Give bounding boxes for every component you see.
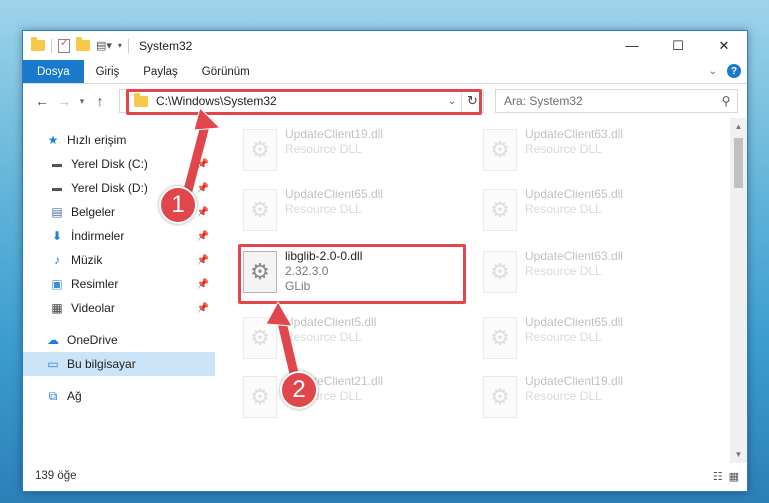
vertical-scrollbar[interactable]: ▲ ▼	[730, 118, 747, 463]
sidebar-item-label: Resimler	[71, 277, 119, 291]
window-title: System32	[138, 38, 193, 53]
file-item[interactable]: ⚙ UpdateClient65.dll Resource DLL	[467, 183, 687, 241]
file-highlight-box	[238, 244, 466, 304]
sidebar-item-label: İndirmeler	[71, 229, 125, 243]
recent-locations-icon[interactable]: ▾	[75, 96, 89, 107]
address-highlight-box	[126, 89, 482, 115]
expand-ribbon-icon[interactable]: ⌄	[709, 66, 717, 77]
separator	[127, 38, 129, 53]
ribbon-tabs: Dosya Giriş Paylaş Görünüm ⌄ ?	[23, 60, 747, 84]
file-item[interactable]: ⚙ UpdateClient19.dll Resource DLL	[467, 370, 687, 428]
dll-file-icon: ⚙	[243, 317, 277, 359]
file-item[interactable]: ⚙ UpdateClient19.dll Resource DLL	[227, 123, 447, 181]
dll-file-icon: ⚙	[483, 317, 517, 359]
sidebar-item-label: Videolar	[71, 301, 115, 315]
pictures-icon: ▣	[51, 277, 63, 291]
search-input[interactable]: Ara: System32	[504, 94, 715, 108]
status-bar: 139 öğe ☷ ▦	[23, 461, 747, 491]
sidebar-item-onedrive[interactable]: ☁ OneDrive	[23, 328, 215, 352]
pin-icon: 📌	[196, 254, 209, 266]
file-item[interactable]: ⚙ UpdateClient65.dll Resource DLL	[467, 311, 687, 369]
sidebar-item-label: Yerel Disk (C:)	[71, 157, 148, 171]
network-icon: ⧉	[48, 388, 58, 403]
music-icon: ♪	[54, 253, 60, 267]
sidebar-item-label: Yerel Disk (D:)	[71, 181, 148, 195]
file-item[interactable]: ⚙ UpdateClient65.dll Resource DLL	[227, 183, 447, 241]
step-2-badge: 2	[280, 371, 318, 409]
download-icon: ⬇	[51, 229, 63, 243]
folder-icon	[31, 37, 45, 51]
sidebar-item-label: Belgeler	[71, 205, 116, 219]
file-item[interactable]: ⚙ UpdateClient5.dll Resource DLL	[227, 311, 447, 369]
drive-icon: ▬	[52, 182, 62, 194]
file-item[interactable]: ⚙ UpdateClient63.dll Resource DLL	[467, 123, 687, 181]
pin-icon: 📌	[196, 230, 209, 242]
sidebar-item-this-pc[interactable]: ▭ Bu bilgisayar	[23, 352, 215, 376]
up-arrow-icon[interactable]: ↑	[89, 93, 111, 109]
properties-icon[interactable]	[58, 38, 70, 53]
file-item[interactable]: ⚙ UpdateClient21.dll Resource DLL	[227, 370, 447, 428]
documents-icon: ▤	[51, 205, 63, 219]
scrollbar-thumb[interactable]	[734, 138, 743, 188]
dll-file-icon: ⚙	[483, 376, 517, 418]
tab-home[interactable]: Giriş	[84, 60, 132, 83]
quick-access-toolbar: ▤▾ ▾	[31, 37, 122, 53]
step-1-badge: 1	[159, 186, 197, 224]
sidebar-item-videos[interactable]: ▦ Videolar 📌	[23, 296, 215, 320]
window-controls: — ☐ ✕	[609, 31, 747, 60]
sidebar-item-pictures[interactable]: ▣ Resimler 📌	[23, 272, 215, 296]
pin-icon: 📌	[196, 278, 209, 290]
sidebar-item-disk-c[interactable]: ▬ Yerel Disk (C:) 📌	[23, 152, 215, 176]
view-options-icon[interactable]: ▤▾	[96, 39, 112, 52]
search-box[interactable]: Ara: System32 ⚲	[495, 89, 738, 113]
pin-icon: 📌	[196, 206, 209, 218]
minimize-button[interactable]: —	[609, 31, 655, 60]
scroll-up-icon[interactable]: ▲	[730, 118, 747, 135]
tab-file[interactable]: Dosya	[23, 60, 84, 83]
dll-file-icon: ⚙	[483, 189, 517, 231]
sidebar-item-label: Müzik	[71, 253, 103, 267]
dll-file-icon: ⚙	[243, 376, 277, 418]
dll-file-icon: ⚙	[243, 129, 277, 171]
pin-icon: 📌	[196, 302, 209, 314]
help-icon[interactable]: ?	[727, 64, 741, 78]
star-icon: ★	[47, 133, 59, 147]
pin-icon: 📌	[196, 182, 209, 194]
title-bar: ▤▾ ▾ System32 — ☐ ✕	[23, 31, 747, 60]
forward-arrow-icon[interactable]: →	[53, 93, 75, 109]
back-arrow-icon[interactable]: ←	[31, 93, 53, 109]
large-icons-view-icon[interactable]: ▦	[729, 470, 739, 483]
maximize-button[interactable]: ☐	[655, 31, 701, 60]
sidebar-item-label: OneDrive	[67, 333, 118, 347]
close-button[interactable]: ✕	[701, 31, 747, 60]
sidebar-item-downloads[interactable]: ⬇ İndirmeler 📌	[23, 224, 215, 248]
navigation-pane: ★ Hızlı erişim ▬ Yerel Disk (C:) 📌 ▬ Yer…	[23, 118, 215, 463]
dll-file-icon: ⚙	[243, 189, 277, 231]
sidebar-item-network[interactable]: ⧉ Ağ	[23, 384, 215, 408]
videos-icon: ▦	[51, 301, 63, 315]
computer-icon: ▭	[47, 357, 59, 371]
tab-share[interactable]: Paylaş	[131, 60, 190, 83]
sidebar-item-music[interactable]: ♪ Müzik 📌	[23, 248, 215, 272]
customize-toolbar-icon[interactable]: ▾	[118, 41, 122, 50]
dll-file-icon: ⚙	[483, 129, 517, 171]
sidebar-item-quick-access[interactable]: ★ Hızlı erişim	[23, 128, 215, 152]
item-count: 139 öğe	[35, 470, 77, 482]
sidebar-item-label: Bu bilgisayar	[67, 357, 136, 371]
new-folder-icon[interactable]	[76, 37, 90, 51]
separator	[51, 38, 52, 53]
pin-icon: 📌	[196, 158, 209, 170]
tab-view[interactable]: Görünüm	[190, 60, 262, 83]
drive-icon: ▬	[52, 158, 62, 170]
dll-file-icon: ⚙	[483, 251, 517, 293]
sidebar-item-label: Ağ	[67, 389, 82, 403]
details-view-icon[interactable]: ☷	[713, 470, 723, 483]
cloud-icon: ☁	[47, 333, 59, 347]
sidebar-item-label: Hızlı erişim	[67, 133, 127, 147]
search-icon[interactable]: ⚲	[715, 94, 737, 108]
file-item[interactable]: ⚙ UpdateClient63.dll Resource DLL	[467, 245, 687, 303]
